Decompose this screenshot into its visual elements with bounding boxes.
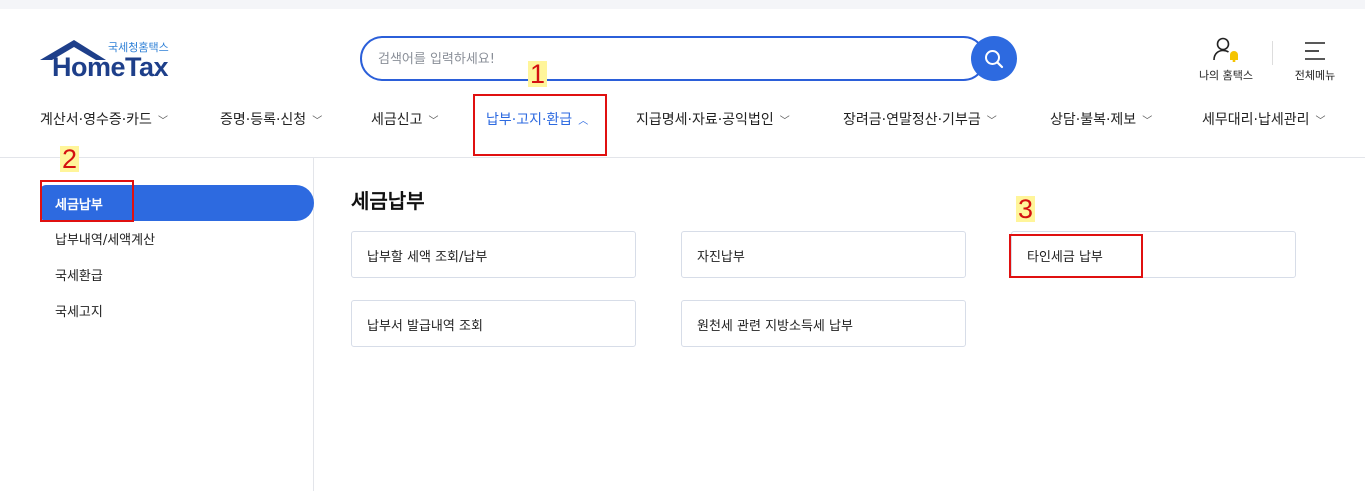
all-menu-label: 전체메뉴 <box>1294 69 1336 82</box>
page-title: 세금납부 <box>351 189 425 213</box>
top-strip <box>0 0 1365 9</box>
card-self-payment[interactable]: 자진납부 <box>681 231 966 278</box>
gnb-item-statement[interactable]: 지급명세·자료·공익법인 ﹀ <box>636 109 790 129</box>
chevron-down-icon: ﹀ <box>312 115 323 127</box>
gnb-item-agent[interactable]: 세무대리·납세관리 ﹀ <box>1202 109 1326 129</box>
gnb-item-label: 상담·불복·제보 <box>1050 112 1137 128</box>
search-button[interactable] <box>971 36 1017 81</box>
gnb-item-label: 지급명세·자료·공익법인 <box>636 112 774 128</box>
sidebar-item-refund[interactable]: 국세환급 <box>55 265 103 284</box>
sidebar-item-notice[interactable]: 국세고지 <box>55 301 103 320</box>
logo-brand: HomeTax <box>52 52 169 82</box>
all-menu-button[interactable]: 전체메뉴 <box>1288 36 1342 83</box>
card-bill-history[interactable]: 납부서 발급내역 조회 <box>351 300 636 347</box>
annotation-box-2 <box>40 180 134 222</box>
chevron-down-icon: ﹀ <box>1142 115 1153 127</box>
my-hometax-label: 나의 홈택스 <box>1198 69 1254 82</box>
gnb-item-incentive[interactable]: 장려금·연말정산·기부금 ﹀ <box>843 109 997 129</box>
gnb-item-label: 세금신고 <box>371 112 423 128</box>
search-input[interactable] <box>378 48 938 70</box>
annotation-box-3 <box>1009 234 1143 278</box>
gnb-item-tax-report[interactable]: 세금신고 ﹀ <box>371 109 439 129</box>
user-bell-icon <box>1213 37 1238 62</box>
search-icon <box>985 49 1004 68</box>
card-local-income-tax[interactable]: 원천세 관련 지방소득세 납부 <box>681 300 966 347</box>
annotation-number-2: 2 <box>60 144 80 174</box>
gnb-item-consult[interactable]: 상담·불복·제보 ﹀ <box>1050 109 1152 129</box>
chevron-down-icon: ﹀ <box>986 115 997 127</box>
hamburger-menu-icon <box>1305 42 1325 60</box>
chevron-down-icon: ﹀ <box>779 115 790 127</box>
annotation-number-3: 3 <box>1016 194 1036 224</box>
chevron-down-icon: ﹀ <box>428 115 439 127</box>
my-hometax-button[interactable]: 나의 홈택스 <box>1195 36 1257 83</box>
card-inquire-pay[interactable]: 납부할 세액 조회/납부 <box>351 231 636 278</box>
utility-divider <box>1272 41 1273 65</box>
sidebar-item-payment-history[interactable]: 납부내역/세액계산 <box>55 229 155 248</box>
gnb-item-label: 장려금·연말정산·기부금 <box>843 112 981 128</box>
gnb-item-label: 세무대리·납세관리 <box>1202 112 1310 128</box>
gnb-item-label: 계산서·영수증·카드 <box>40 112 152 128</box>
annotation-number-1: 1 <box>528 59 548 89</box>
gnb-item-invoice[interactable]: 계산서·영수증·카드 ﹀ <box>40 109 168 129</box>
chevron-down-icon: ﹀ <box>157 115 168 127</box>
gnb-item-certificate[interactable]: 증명·등록·신청 ﹀ <box>220 109 322 129</box>
chevron-down-icon: ﹀ <box>1315 115 1326 127</box>
search-box <box>360 36 986 81</box>
gnb-item-label: 증명·등록·신청 <box>220 112 307 128</box>
hometax-logo[interactable]: 국세청홈택스 HomeTax <box>40 38 180 82</box>
annotation-box-1 <box>473 94 607 156</box>
